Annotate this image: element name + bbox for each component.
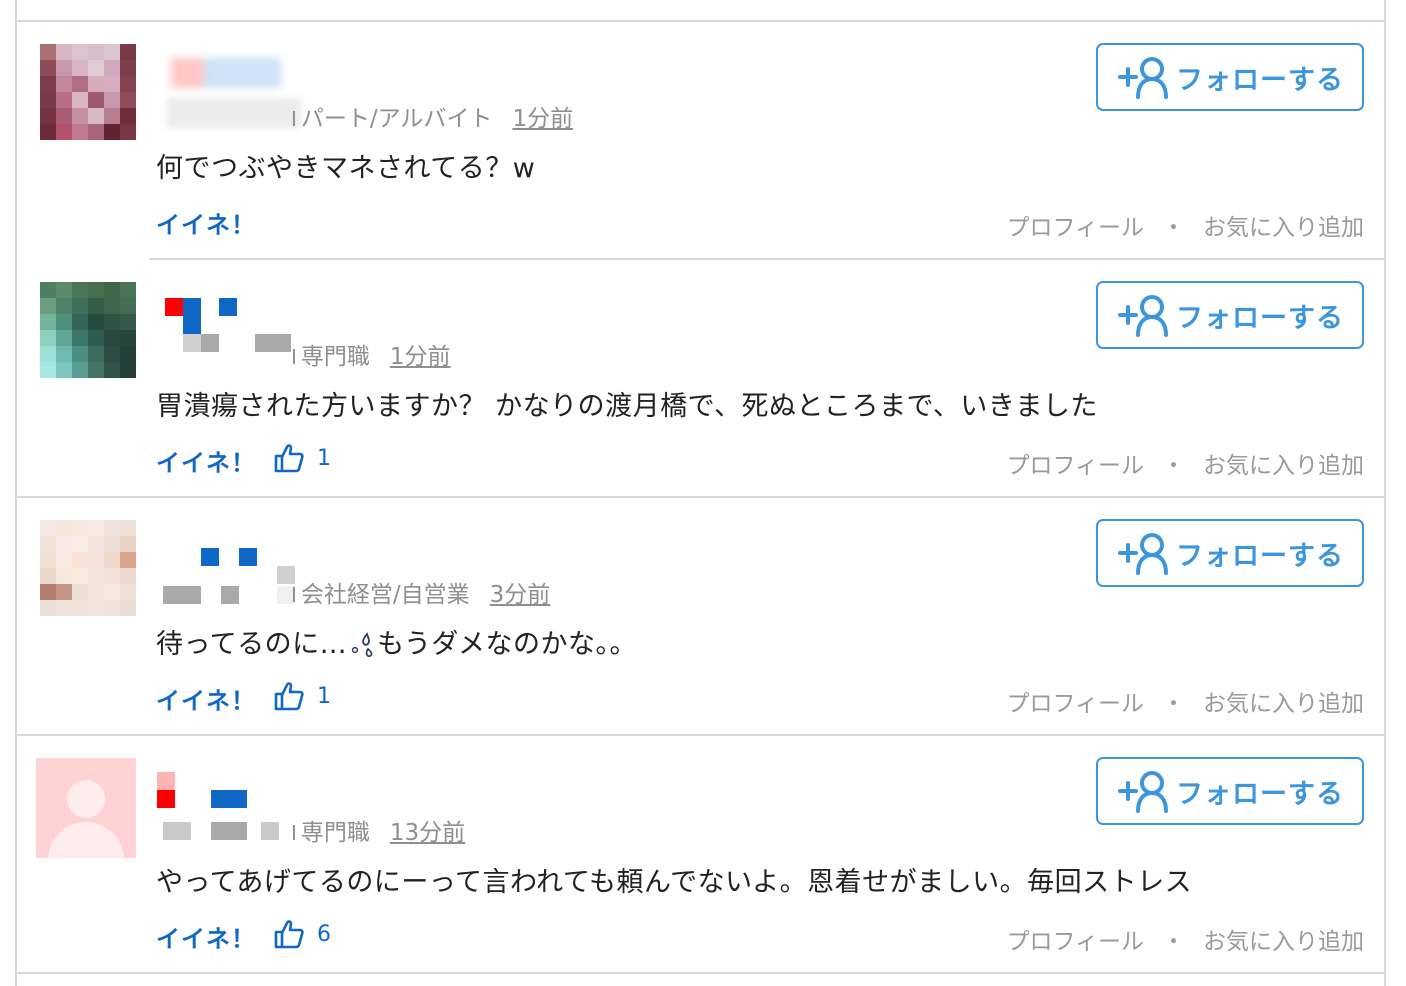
add-user-icon bbox=[1118, 295, 1168, 337]
iine-button[interactable]: イイネ！ bbox=[156, 443, 256, 478]
add-favorite-link[interactable]: お気に入り追加 bbox=[1203, 208, 1364, 242]
like-count-value: 6 bbox=[317, 921, 331, 947]
like-count[interactable]: 1 bbox=[273, 680, 331, 712]
iine-button[interactable]: イイネ！ bbox=[156, 681, 256, 716]
comment-text: やってあげてるのにーって言われても頼んでないよ。恩着せがましい。毎回ストレス bbox=[156, 867, 1193, 898]
separator: ・ bbox=[1162, 929, 1185, 955]
add-user-icon bbox=[1118, 771, 1168, 813]
follow-button[interactable]: フォローする bbox=[1096, 519, 1364, 587]
thumbs-up-icon bbox=[274, 444, 304, 473]
avatar[interactable] bbox=[40, 520, 136, 616]
follow-label: フォローする bbox=[1176, 302, 1344, 334]
timestamp-link[interactable]: 13分前 bbox=[390, 813, 465, 847]
avatar[interactable] bbox=[40, 282, 136, 378]
add-favorite-link[interactable]: お気に入り追加 bbox=[1203, 446, 1364, 480]
divider bbox=[17, 972, 1384, 974]
post-card: I パート/アルバイト 1分前 何でつぶやきマネされてる？w イイネ！ プロフィ… bbox=[17, 22, 1384, 260]
iine-button[interactable]: イイネ！ bbox=[156, 205, 256, 240]
follow-button[interactable]: フォローする bbox=[1096, 757, 1364, 825]
occupation: 専門職 bbox=[300, 344, 370, 370]
comment-text: 胃潰瘍された方いますか？ かなりの渡月橋で、死ぬところまで、いきました bbox=[156, 391, 1098, 422]
occupation: 会社経営/自営業 bbox=[300, 582, 470, 608]
timestamp-link[interactable]: 3分前 bbox=[490, 575, 551, 609]
post-card: I 専門職 13分前 やってあげてるのにーって言われても頼んでないよ。恩着せがま… bbox=[17, 736, 1384, 974]
avatar[interactable] bbox=[36, 758, 136, 858]
comment-text: 何でつぶやきマネされてる？w bbox=[156, 153, 536, 184]
follow-label: フォローする bbox=[1176, 778, 1344, 810]
timestamp-link[interactable]: 1分前 bbox=[390, 337, 451, 371]
default-avatar-icon bbox=[67, 780, 105, 818]
user-meta: I 専門職 13分前 bbox=[291, 813, 465, 847]
follow-button[interactable]: フォローする bbox=[1096, 281, 1364, 349]
comment-text-part: 待ってるのに… bbox=[156, 629, 348, 660]
avatar[interactable] bbox=[40, 44, 136, 140]
separator: ・ bbox=[1162, 691, 1185, 717]
user-meta: I 専門職 1分前 bbox=[291, 337, 451, 371]
like-count[interactable]: 1 bbox=[273, 442, 331, 474]
post-card: I 専門職 1分前 胃潰瘍された方いますか？ かなりの渡月橋で、死ぬところまで、… bbox=[17, 260, 1384, 498]
follow-label: フォローする bbox=[1176, 540, 1344, 572]
separator: ・ bbox=[1162, 215, 1185, 241]
comment-text: 待ってるのに… もうダメなのかな。。 bbox=[156, 622, 637, 661]
post-footer-links: プロフィール ・ お気に入り追加 bbox=[1006, 684, 1364, 718]
profile-link[interactable]: プロフィール bbox=[1006, 684, 1144, 718]
add-user-icon bbox=[1118, 533, 1168, 575]
like-count-value: 1 bbox=[317, 445, 331, 471]
profile-link[interactable]: プロフィール bbox=[1006, 922, 1144, 956]
occupation: パート/アルバイト bbox=[300, 106, 493, 132]
post-footer-links: プロフィール ・ お気に入り追加 bbox=[1006, 208, 1364, 242]
timestamp-link[interactable]: 1分前 bbox=[512, 99, 573, 133]
add-user-icon bbox=[1118, 57, 1168, 99]
occupation: 専門職 bbox=[300, 820, 370, 846]
post-footer-links: プロフィール ・ お気に入り追加 bbox=[1006, 446, 1364, 480]
like-count[interactable]: 6 bbox=[273, 918, 331, 950]
profile-link[interactable]: プロフィール bbox=[1006, 208, 1144, 242]
post-footer-links: プロフィール ・ お気に入り追加 bbox=[1006, 922, 1364, 956]
add-favorite-link[interactable]: お気に入り追加 bbox=[1203, 684, 1364, 718]
separator: ・ bbox=[1162, 453, 1185, 479]
comment-text-part: もうダメなのかな。。 bbox=[377, 629, 638, 660]
follow-button[interactable]: フォローする bbox=[1096, 43, 1364, 111]
user-meta: I パート/アルバイト 1分前 bbox=[291, 99, 573, 133]
add-favorite-link[interactable]: お気に入り追加 bbox=[1203, 922, 1364, 956]
follow-label: フォローする bbox=[1176, 64, 1344, 96]
user-meta: I 会社経営/自営業 3分前 bbox=[291, 575, 550, 609]
post-card: I 会社経営/自営業 3分前 待ってるのに… もうダメなのかな。。 イイネ！ 1… bbox=[17, 498, 1384, 736]
thumbs-up-icon bbox=[274, 682, 304, 711]
thumbs-up-icon bbox=[274, 920, 304, 949]
sweat-drop-icon bbox=[352, 631, 373, 657]
iine-button[interactable]: イイネ！ bbox=[156, 919, 256, 954]
like-count-value: 1 bbox=[317, 683, 331, 709]
profile-link[interactable]: プロフィール bbox=[1006, 446, 1144, 480]
